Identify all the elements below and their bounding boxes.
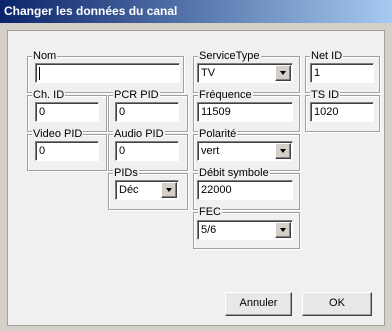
- service-type-select[interactable]: TV: [197, 63, 293, 83]
- nom-input[interactable]: [35, 63, 180, 83]
- pids-label: PIDs: [113, 166, 139, 180]
- audio-pid-input[interactable]: 0: [115, 141, 179, 161]
- audio-pid-label: Audio PID: [113, 127, 165, 141]
- debit-symbole-label: Débit symbole: [198, 166, 270, 180]
- pcr-pid-input[interactable]: 0: [115, 102, 179, 122]
- ch-id-input[interactable]: 0: [35, 102, 99, 122]
- polarite-label: Polarité: [198, 127, 238, 141]
- net-id-label: Net ID: [310, 49, 344, 63]
- chevron-down-icon[interactable]: [161, 182, 177, 198]
- chevron-down-icon[interactable]: [275, 65, 291, 81]
- chevron-down-icon[interactable]: [275, 222, 291, 238]
- ts-id-input[interactable]: 1020: [310, 102, 374, 122]
- pcr-pid-label: PCR PID: [113, 88, 160, 102]
- video-pid-label: Video PID: [32, 127, 84, 141]
- fec-label: FEC: [198, 205, 222, 219]
- text-caret: [39, 66, 40, 80]
- video-pid-input[interactable]: 0: [35, 141, 99, 161]
- dialog-body: Nom ServiceType TV Net ID 1 Ch. ID 0 PCR…: [7, 30, 385, 326]
- ts-id-label: TS ID: [310, 88, 341, 102]
- pids-select[interactable]: Déc: [115, 180, 179, 200]
- service-type-label: ServiceType: [198, 49, 261, 63]
- debit-symbole-input[interactable]: 22000: [197, 180, 293, 200]
- nom-label: Nom: [32, 49, 58, 63]
- fec-select[interactable]: 5/6: [197, 220, 293, 240]
- window-title: Changer les données du canal: [4, 4, 178, 18]
- frequence-input[interactable]: 11509: [197, 102, 293, 122]
- net-id-input[interactable]: 1: [310, 63, 374, 83]
- ch-id-label: Ch. ID: [32, 88, 66, 102]
- title-bar: Changer les données du canal: [0, 0, 392, 23]
- polarite-select[interactable]: vert: [197, 141, 293, 161]
- chevron-down-icon[interactable]: [275, 143, 291, 159]
- cancel-button[interactable]: Annuler: [225, 292, 292, 316]
- ok-button[interactable]: OK: [302, 292, 372, 316]
- frequence-label: Fréquence: [198, 88, 253, 102]
